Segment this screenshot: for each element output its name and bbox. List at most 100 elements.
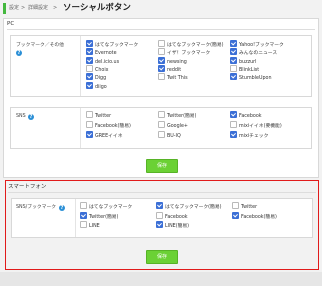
checkbox-option[interactable]: はてなブックマーク(簡易) — [158, 40, 224, 49]
checkbox-option[interactable]: はてなブックマーク(簡易) — [156, 202, 222, 211]
row-separator — [80, 108, 81, 148]
checkbox-unchecked-icon[interactable] — [156, 211, 163, 219]
checkbox-label: BlinkList — [239, 67, 260, 73]
checkbox-option[interactable]: GREEイイネ — [86, 131, 123, 140]
help-icon[interactable]: ? — [28, 114, 34, 120]
checkbox-checked-icon[interactable] — [86, 40, 93, 47]
checkbox-checked-icon[interactable] — [80, 211, 87, 219]
checkbox-option[interactable]: Facebook — [230, 111, 262, 120]
checkbox-label: Twitter — [241, 205, 258, 210]
breadcrumb-separator: > — [53, 5, 58, 11]
checkbox-option[interactable]: みんなのニュース — [230, 48, 278, 57]
help-icon[interactable]: ? — [59, 205, 65, 211]
checkbox-checked-icon[interactable] — [230, 40, 237, 47]
help-icon[interactable]: ? — [16, 50, 22, 56]
checkbox-checked-icon[interactable] — [86, 73, 93, 81]
checkbox-unchecked-icon[interactable] — [80, 202, 87, 209]
checkbox-label: はてなブックマーク — [89, 205, 133, 210]
checkbox-unchecked-icon[interactable] — [86, 121, 93, 128]
checkbox-unchecked-icon[interactable] — [158, 121, 165, 128]
checkbox-checked-icon[interactable] — [232, 211, 239, 219]
checkbox-checked-icon[interactable] — [86, 131, 93, 138]
checkbox-label: Yahoo!ブックマーク — [239, 43, 284, 48]
checkbox-checked-icon[interactable] — [156, 221, 163, 228]
checkbox-label: イザ！ブックマーク — [167, 51, 211, 57]
pc-section-title: PC — [7, 21, 15, 27]
checkbox-unchecked-icon[interactable] — [158, 111, 165, 118]
checkbox-unchecked-icon[interactable] — [158, 131, 165, 138]
smartphone-divider — [8, 192, 316, 193]
checkbox-label: はてなブックマーク(簡易) — [167, 43, 224, 48]
checkbox-option[interactable]: Facebook(簡易) — [86, 121, 131, 130]
row-separator — [80, 36, 81, 96]
checkbox-option[interactable]: Twitter — [232, 202, 258, 211]
checkbox-label: Twit This — [167, 76, 188, 82]
checkbox-label: Facebook — [239, 114, 262, 119]
checkbox-unchecked-icon[interactable] — [80, 221, 87, 228]
checkbox-checked-icon[interactable] — [156, 202, 163, 209]
checkbox-option[interactable]: Facebook(簡易) — [232, 211, 277, 221]
pc-sns-label: SNS — [16, 114, 26, 119]
checkbox-label: Digg — [95, 76, 107, 82]
checkbox-option[interactable]: mixiイイネ(要機能) — [230, 121, 282, 130]
checkbox-unchecked-icon[interactable] — [158, 40, 165, 47]
checkbox-checked-icon[interactable] — [158, 64, 165, 72]
checkbox-option[interactable]: Facebook — [156, 211, 188, 221]
checkbox-unchecked-icon[interactable] — [158, 48, 165, 56]
checkbox-label: Twitter(簡易) — [89, 214, 119, 220]
checkbox-option[interactable]: Twitter(簡易) — [80, 211, 119, 221]
checkbox-checked-icon[interactable] — [230, 56, 237, 64]
smartphone-sns-label: SNS/ブックマーク — [16, 205, 57, 210]
page-title: ソーシャルボタン — [63, 3, 131, 13]
row-separator — [75, 199, 76, 237]
breadcrumb-advanced-link[interactable]: 詳細設定 — [28, 4, 48, 13]
checkbox-label: Google+ — [167, 124, 188, 129]
checkbox-label: mixiチェック — [239, 134, 269, 139]
checkbox-checked-icon[interactable] — [230, 131, 237, 138]
checkbox-option[interactable]: StumbleUpon — [230, 73, 272, 82]
pc-divider — [7, 29, 315, 30]
checkbox-checked-icon[interactable] — [86, 48, 93, 56]
checkbox-label: del.icio.us — [95, 59, 120, 65]
checkbox-option[interactable]: mixiチェック — [230, 131, 269, 140]
checkbox-label: みんなのニュース — [239, 51, 278, 57]
checkbox-option[interactable]: はてなブックマーク — [80, 202, 133, 211]
checkbox-option[interactable]: Twitter — [86, 111, 111, 120]
checkbox-option[interactable]: Yahoo!ブックマーク — [230, 40, 284, 49]
checkbox-label: buzzurl — [239, 59, 257, 65]
breadcrumb-settings-link[interactable]: 設定 — [9, 4, 19, 13]
pc-save-button[interactable]: 保存 — [146, 159, 178, 173]
checkbox-unchecked-icon[interactable] — [86, 64, 93, 72]
checkbox-unchecked-icon[interactable] — [158, 73, 165, 81]
checkbox-checked-icon[interactable] — [230, 73, 237, 81]
checkbox-label: StumbleUpon — [239, 76, 272, 82]
checkbox-unchecked-icon[interactable] — [230, 121, 237, 128]
checkbox-checked-icon[interactable] — [158, 56, 165, 64]
checkbox-unchecked-icon[interactable] — [232, 202, 239, 209]
checkbox-label: Choix — [95, 67, 109, 73]
checkbox-option[interactable]: イザ！ブックマーク — [158, 48, 211, 57]
checkbox-unchecked-icon[interactable] — [230, 64, 237, 72]
checkbox-checked-icon[interactable] — [86, 56, 93, 64]
checkbox-option[interactable]: Twitter(簡易) — [158, 111, 196, 120]
checkbox-option[interactable]: diigo — [86, 81, 107, 91]
checkbox-checked-icon[interactable] — [86, 81, 93, 89]
pc-bookmark-label: ブックマーク／その他 — [16, 43, 64, 48]
checkbox-option[interactable]: LINE(簡易) — [156, 221, 190, 230]
checkbox-label: newsing — [167, 59, 187, 65]
checkbox-option[interactable]: Google+ — [158, 121, 188, 130]
smartphone-save-button[interactable]: 保存 — [146, 250, 178, 264]
checkbox-label: mixiイイネ(要機能) — [239, 124, 282, 129]
smartphone-section-title: スマートフォン — [8, 184, 47, 190]
checkbox-checked-icon[interactable] — [230, 111, 237, 118]
checkbox-option[interactable]: Digg — [86, 73, 107, 82]
checkbox-label: LINE(簡易) — [165, 224, 190, 229]
checkbox-label: diigo — [95, 84, 107, 90]
checkbox-checked-icon[interactable] — [230, 48, 237, 56]
checkbox-option[interactable]: はてなブックマーク — [86, 40, 138, 49]
checkbox-option[interactable]: Twit This — [158, 73, 188, 82]
checkbox-option[interactable]: BU-IQ — [158, 131, 181, 140]
checkbox-label: Facebook(簡易) — [95, 124, 131, 129]
checkbox-option[interactable]: LINE — [80, 221, 100, 230]
checkbox-unchecked-icon[interactable] — [86, 111, 93, 118]
